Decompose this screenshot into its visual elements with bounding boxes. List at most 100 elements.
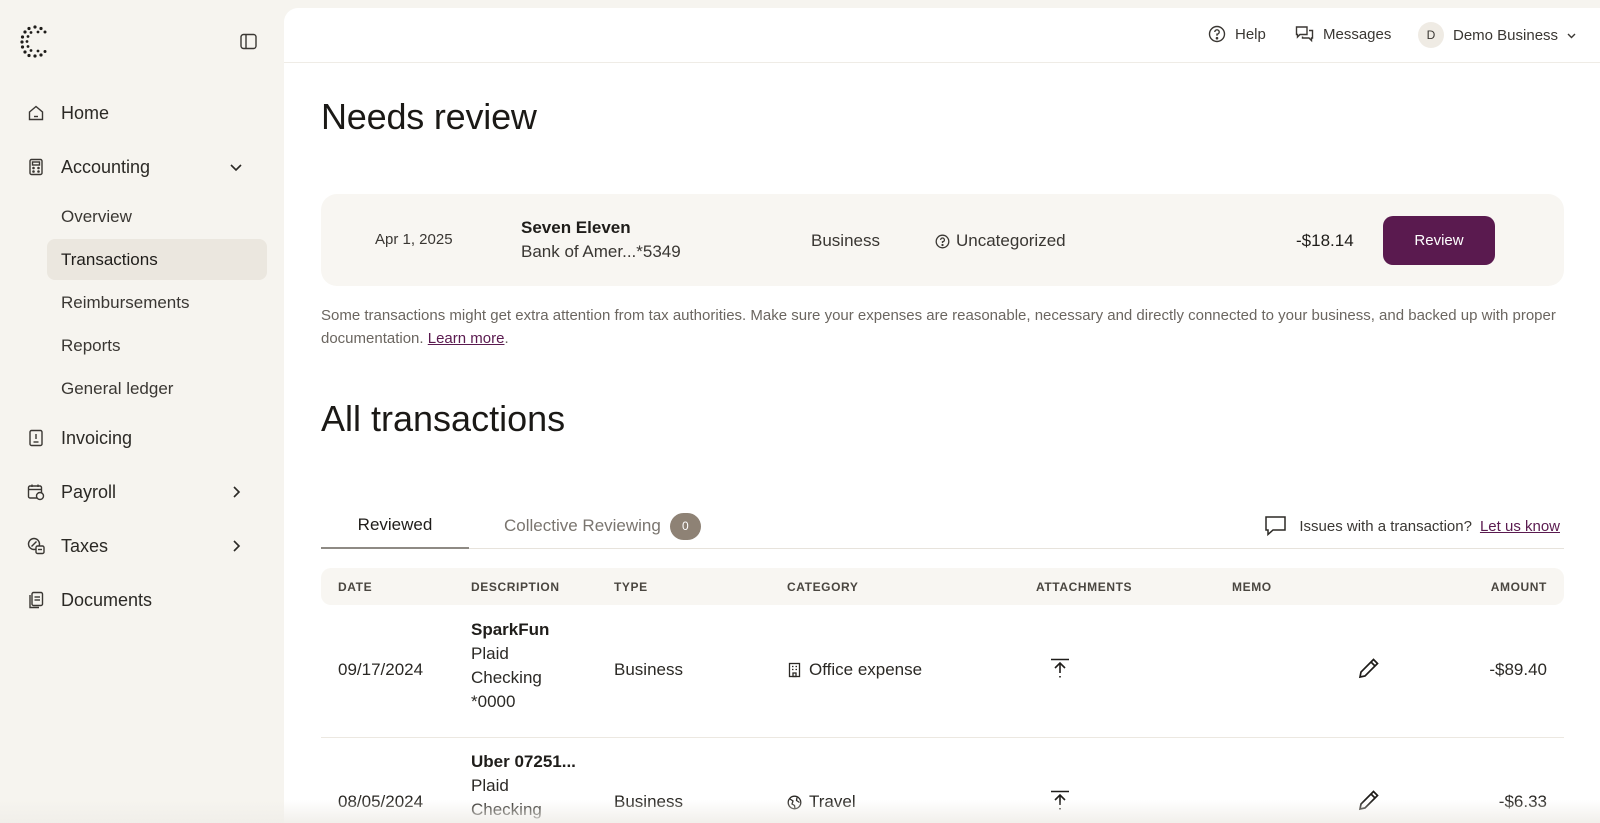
row-account-line: Plaid: [471, 776, 509, 795]
sidebar-toggle-icon[interactable]: [238, 31, 258, 51]
sidebar-item-label: Payroll: [61, 481, 117, 502]
chevron-down-icon: [1567, 33, 1576, 38]
row-merchant: Uber 07251...: [471, 752, 576, 771]
col-category[interactable]: CATEGORY: [787, 580, 858, 594]
invoice-icon: [26, 428, 46, 448]
calculator-icon: [26, 157, 46, 177]
table-row[interactable]: 09/17/2024 SparkFun Plaid Checking *0000…: [321, 605, 1564, 738]
upload-icon[interactable]: [1049, 657, 1071, 681]
review-date: Apr 1, 2025: [375, 231, 453, 248]
row-merchant: SparkFun: [471, 620, 550, 639]
tab-label: Collective Reviewing: [504, 516, 661, 535]
col-description[interactable]: DESCRIPTION: [471, 580, 560, 594]
documents-icon: [26, 590, 46, 610]
building-icon: [788, 662, 801, 678]
help-link[interactable]: Help: [1208, 25, 1266, 43]
sidebar-item-overview[interactable]: Overview: [47, 196, 267, 237]
review-merchant: Seven Eleven: [521, 218, 631, 237]
row-account-line: Checking: [471, 668, 542, 687]
row-category[interactable]: Office expense: [787, 660, 922, 680]
sidebar-item-label: Documents: [61, 589, 153, 610]
tab-reviewed[interactable]: Reviewed: [321, 503, 469, 549]
table-row[interactable]: 08/05/2024 Uber 07251... Plaid Checking …: [321, 738, 1564, 823]
row-account-line: *0000: [471, 692, 516, 711]
page-title: Needs review: [321, 96, 537, 137]
row-category[interactable]: Travel: [787, 792, 856, 812]
tab-label: Reviewed: [357, 515, 433, 534]
sidebar-item-reports[interactable]: Reports: [47, 325, 267, 366]
avatar: D: [1418, 22, 1444, 48]
sidebar-item-label: Accounting: [61, 156, 151, 177]
let-us-know-link[interactable]: Let us know: [1480, 518, 1560, 535]
account-menu[interactable]: D Demo Business: [1418, 22, 1577, 48]
globe-icon: [787, 795, 802, 809]
sidebar-item-label: Taxes: [61, 535, 109, 556]
section-title: All transactions: [321, 398, 566, 439]
review-amount: -$18.14: [1296, 231, 1354, 250]
help-label: Help: [1235, 25, 1266, 43]
sidebar-item-invoicing[interactable]: Invoicing: [0, 411, 284, 465]
row-amount: -$6.33: [1498, 792, 1547, 811]
sidebar-item-transactions[interactable]: Transactions: [47, 239, 267, 280]
col-type[interactable]: TYPE: [614, 580, 648, 594]
row-description: SparkFun Plaid Checking *0000: [471, 618, 549, 714]
sidebar-item-documents[interactable]: Documents: [0, 573, 284, 627]
row-amount: -$89.40: [1489, 660, 1547, 679]
row-account-line: Plaid: [471, 644, 509, 663]
row-type: Business: [614, 792, 683, 811]
taxes-icon: [26, 536, 46, 556]
chevron-right-icon[interactable]: [228, 538, 244, 554]
count-badge: 0: [669, 512, 701, 540]
transaction-tabs: Reviewed Collective Reviewing 0 Issues w…: [321, 503, 1564, 549]
messages-link[interactable]: Messages: [1295, 25, 1391, 43]
sidebar-item-accounting[interactable]: Accounting: [0, 140, 284, 194]
needs-review-card: Apr 1, 2025 Seven Eleven Bank of Amer...…: [321, 194, 1564, 286]
edit-memo-icon[interactable]: [1356, 655, 1382, 681]
question-circle-icon: [935, 234, 950, 248]
issues-text: Issues with a transaction?: [1299, 517, 1472, 535]
review-category-label: Uncategorized: [956, 231, 1066, 250]
chat-bubble-icon: [1265, 516, 1287, 537]
review-account: Bank of Amer...*5349: [521, 242, 681, 261]
review-category[interactable]: Uncategorized: [935, 231, 1066, 251]
tab-collective-reviewing[interactable]: Collective Reviewing 0: [504, 503, 701, 549]
sidebar-item-payroll[interactable]: Payroll: [0, 465, 284, 519]
row-type: Business: [614, 660, 683, 679]
edit-memo-icon[interactable]: [1356, 787, 1382, 813]
sidebar-item-general-ledger[interactable]: General ledger: [47, 368, 267, 409]
review-type: Business: [811, 231, 880, 250]
col-amount[interactable]: AMOUNT: [1491, 580, 1547, 594]
col-memo: MEMO: [1232, 580, 1272, 594]
sidebar-item-home[interactable]: Home: [0, 86, 284, 140]
sidebar-item-label: Invoicing: [61, 427, 133, 448]
chevron-right-icon[interactable]: [228, 484, 244, 500]
review-button[interactable]: Review: [1383, 216, 1495, 265]
table-header: DATE DESCRIPTION TYPE CATEGORY ATTACHMEN…: [321, 568, 1564, 605]
learn-more-link[interactable]: Learn more: [428, 330, 505, 347]
sidebar-item-label: Home: [61, 102, 110, 123]
main-panel: Help Messages D Demo Business Needs revi…: [284, 8, 1600, 823]
tax-note: Some transactions might get extra attent…: [321, 304, 1561, 350]
row-account-line: Checking: [471, 800, 542, 819]
sidebar-item-taxes[interactable]: Taxes: [0, 519, 284, 573]
accounting-subnav: Overview Transactions Reimbursements Rep…: [0, 196, 284, 409]
issues-prompt: Issues with a transaction? Let us know: [1264, 515, 1560, 537]
col-attachments: ATTACHMENTS: [1036, 580, 1133, 594]
help-icon: [1208, 25, 1226, 43]
sidebar: Home Accounting Overview Transactions Re…: [0, 0, 284, 823]
logo-icon[interactable]: [20, 24, 50, 58]
row-category-label: Travel: [809, 792, 856, 811]
sidebar-item-reimbursements[interactable]: Reimbursements: [47, 282, 267, 323]
row-category-label: Office expense: [809, 660, 923, 679]
top-bar: Help Messages D Demo Business: [284, 8, 1600, 63]
payroll-icon: [26, 482, 46, 502]
upload-icon[interactable]: [1049, 789, 1071, 813]
row-date: 09/17/2024: [338, 660, 424, 679]
chevron-down-icon[interactable]: [228, 159, 244, 175]
row-description: Uber 07251... Plaid Checking: [471, 750, 576, 822]
row-date: 08/05/2024: [338, 792, 424, 811]
business-name: Demo Business: [1453, 26, 1559, 44]
messages-icon: [1295, 26, 1314, 43]
col-date[interactable]: DATE: [338, 580, 372, 594]
messages-label: Messages: [1323, 25, 1392, 43]
